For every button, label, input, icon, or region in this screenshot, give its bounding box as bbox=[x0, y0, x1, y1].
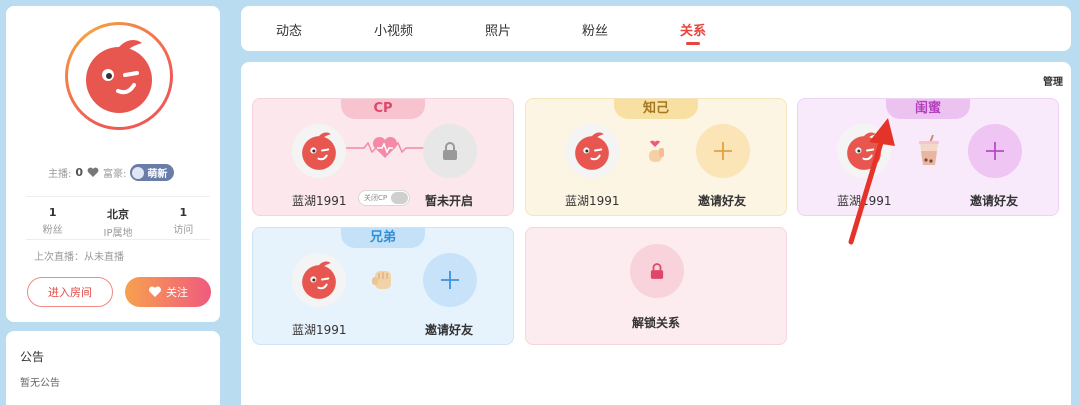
stat-value: 北京 bbox=[106, 208, 129, 221]
active-tab-indicator bbox=[686, 42, 700, 45]
user-name: 蓝湖1991 bbox=[565, 194, 620, 208]
cp-toggle[interactable]: 关闭CP bbox=[358, 190, 410, 206]
stat-value: 1 bbox=[179, 206, 188, 219]
follow-label: 关注 bbox=[166, 286, 188, 299]
stat-label: 访问 bbox=[173, 225, 194, 236]
rich-badge-text: 萌新 bbox=[147, 169, 168, 180]
relation-tag: 知己 bbox=[614, 99, 698, 119]
heart-icon bbox=[87, 167, 99, 177]
divider bbox=[26, 239, 210, 240]
toggle-label: 关闭CP bbox=[364, 194, 388, 202]
avatar-face-icon bbox=[302, 132, 336, 170]
user-avatar[interactable] bbox=[565, 124, 619, 178]
relation-card-xiongdi[interactable]: 兄弟 蓝湖1991 邀请好友 bbox=[252, 227, 514, 345]
plus-icon bbox=[714, 142, 732, 160]
rich-level-badge: 萌新 bbox=[130, 164, 175, 181]
stat-visits: 1 访问 bbox=[151, 206, 216, 239]
avatar-face-icon bbox=[86, 39, 152, 113]
invite-friend-button[interactable] bbox=[968, 124, 1022, 178]
rich-label: 富豪: bbox=[103, 169, 127, 180]
anchor-level: 0 bbox=[75, 166, 84, 179]
plus-icon bbox=[986, 142, 1004, 160]
user-name: 蓝湖1991 bbox=[292, 194, 347, 208]
invite-friend-button[interactable] bbox=[423, 253, 477, 307]
stat-value: 1 bbox=[48, 206, 57, 219]
relation-card-guimi[interactable]: 闺蜜 蓝湖1991 邀请好友 bbox=[797, 98, 1059, 216]
stat-label: IP属地 bbox=[103, 228, 133, 239]
divider bbox=[26, 196, 210, 197]
level-row: 主播: 0 富豪: 萌新 bbox=[48, 164, 175, 181]
user-avatar[interactable] bbox=[292, 124, 346, 178]
profile-stats: 1 粉丝 北京 IP属地 1 访问 bbox=[20, 206, 216, 239]
invite-friend-button[interactable] bbox=[696, 124, 750, 178]
lock-icon bbox=[650, 263, 664, 279]
relations-panel: 管理 CP 蓝湖1991 关闭CP 暂未开启 知己 蓝湖1991 邀请好友 闺蜜… bbox=[241, 62, 1071, 405]
follow-button[interactable]: 关注 bbox=[125, 277, 211, 307]
heart-icon bbox=[148, 286, 162, 297]
tab-relations[interactable]: 关系 bbox=[680, 20, 706, 39]
annotation-arrow-icon bbox=[848, 118, 895, 245]
lock-icon bbox=[443, 142, 457, 160]
relation-tag: 兄弟 bbox=[341, 228, 425, 248]
cp-status: 暂未开启 bbox=[425, 194, 474, 208]
milk-tea-icon bbox=[919, 135, 939, 165]
toggle-knob bbox=[391, 192, 408, 204]
user-avatar[interactable] bbox=[292, 253, 346, 307]
anchor-label: 主播: bbox=[48, 169, 72, 180]
heartbeat-icon bbox=[346, 136, 424, 158]
profile-tabs: 动态 小视频 照片 粉丝 关系 bbox=[241, 6, 1071, 51]
locked-slot[interactable] bbox=[423, 124, 477, 178]
tab-fans[interactable]: 粉丝 bbox=[582, 20, 608, 39]
relation-card-cp[interactable]: CP 蓝湖1991 关闭CP 暂未开启 bbox=[252, 98, 514, 216]
user-name: 蓝湖1991 bbox=[292, 323, 347, 337]
plus-icon bbox=[441, 271, 459, 289]
avatar-face-icon bbox=[302, 261, 336, 299]
last-live-text: 上次直播：从未直播 bbox=[34, 252, 124, 263]
tab-photos[interactable]: 照片 bbox=[485, 20, 511, 39]
finger-heart-icon bbox=[649, 140, 664, 162]
badge-icon bbox=[132, 166, 145, 179]
fist-bump-icon bbox=[372, 271, 391, 289]
unlock-relation-card[interactable]: 解锁关系 bbox=[525, 227, 787, 345]
stat-label: 粉丝 bbox=[42, 225, 63, 236]
tab-dynamics[interactable]: 动态 bbox=[276, 20, 302, 39]
unlock-label: 解锁关系 bbox=[632, 316, 681, 330]
invite-label: 邀请好友 bbox=[970, 194, 1019, 208]
relation-card-zhiji[interactable]: 知己 蓝湖1991 邀请好友 bbox=[525, 98, 787, 216]
enter-room-button[interactable]: 进入房间 bbox=[27, 277, 113, 307]
relation-tag: CP bbox=[341, 99, 425, 119]
stat-fans[interactable]: 1 粉丝 bbox=[20, 206, 85, 239]
profile-avatar[interactable] bbox=[65, 22, 173, 130]
manage-button[interactable]: 管理 bbox=[1043, 73, 1063, 88]
unlock-slot[interactable] bbox=[630, 244, 684, 298]
tab-short-videos[interactable]: 小视频 bbox=[374, 20, 413, 39]
notice-card: 公告 暂无公告 bbox=[6, 331, 220, 405]
profile-card: 主播: 0 富豪: 萌新 1 粉丝 北京 IP属地 1 访问 上次直播：从未直播… bbox=[6, 6, 220, 322]
avatar-face-icon bbox=[575, 132, 609, 170]
notice-title: 公告 bbox=[20, 350, 45, 364]
notice-body: 暂无公告 bbox=[20, 378, 60, 389]
stat-ip: 北京 IP属地 bbox=[85, 206, 150, 239]
invite-label: 邀请好友 bbox=[698, 194, 747, 208]
invite-label: 邀请好友 bbox=[425, 323, 474, 337]
